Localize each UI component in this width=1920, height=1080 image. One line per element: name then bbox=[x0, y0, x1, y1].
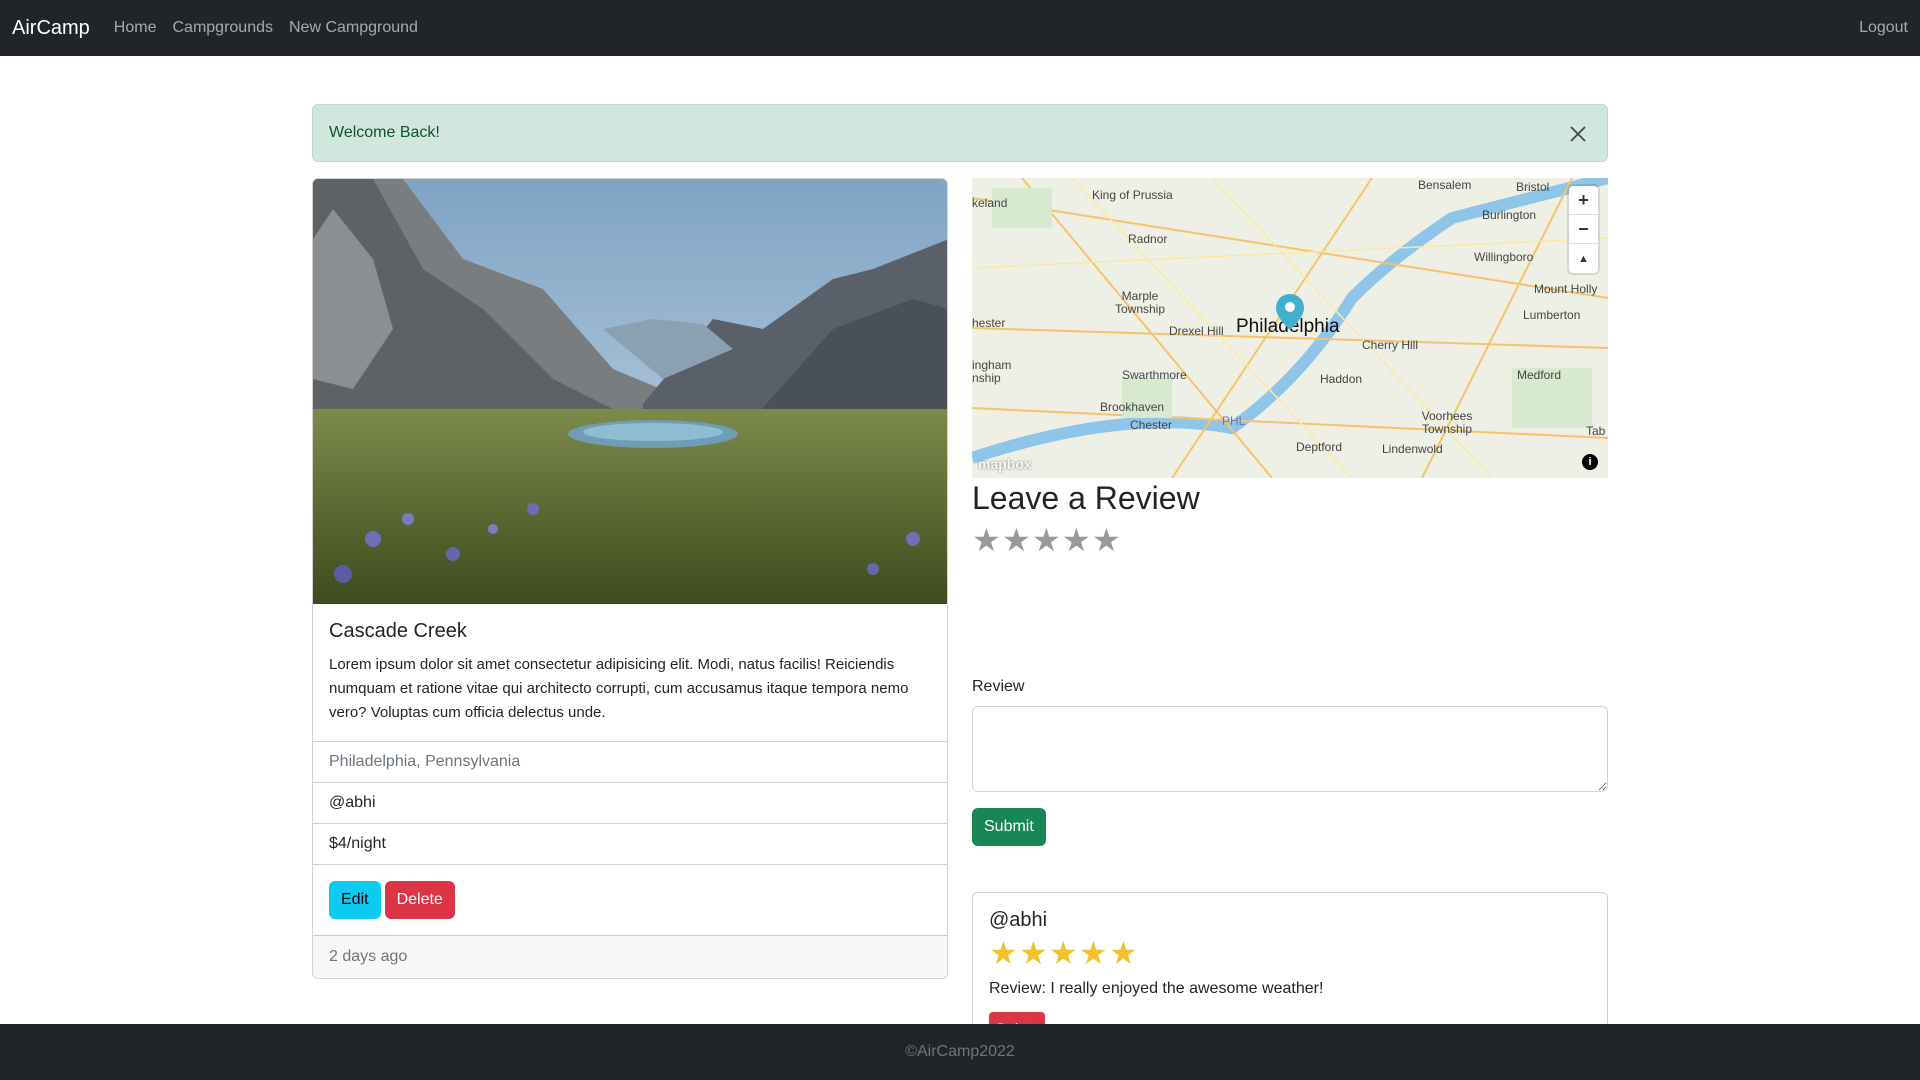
star-filled-icon: ★ bbox=[989, 935, 1018, 971]
footer: ©AirCamp2022 bbox=[0, 1024, 1920, 1080]
logout-link[interactable]: Logout bbox=[1859, 19, 1908, 36]
compass-button[interactable]: ▲ bbox=[1569, 244, 1598, 273]
star-icon[interactable]: ★ bbox=[972, 524, 1002, 556]
copyright-text: ©AirCamp2022 bbox=[905, 1043, 1015, 1060]
map-label-mount-holly: Mount Holly bbox=[1534, 282, 1598, 296]
brand-link[interactable]: AirCamp bbox=[12, 17, 90, 40]
map-label-lindenwold: Lindenwold bbox=[1382, 442, 1443, 456]
review-label: Review bbox=[972, 678, 1025, 695]
zoom-out-button[interactable]: − bbox=[1569, 215, 1598, 244]
map-controls: + − ▲ bbox=[1569, 186, 1598, 273]
map-label-brookhaven: Brookhaven bbox=[1100, 400, 1165, 414]
map-label-haddon: Haddon bbox=[1320, 372, 1363, 386]
map-marker-icon[interactable] bbox=[1276, 294, 1304, 330]
map-label-keland: keland bbox=[972, 196, 1008, 210]
star-rating-input[interactable]: ★ ★ ★ ★ ★ bbox=[972, 524, 1122, 556]
campground-price: $4/night bbox=[313, 823, 947, 864]
map[interactable]: Bensalem Bristol King of Prussia Burling… bbox=[972, 178, 1608, 478]
info-icon[interactable]: i bbox=[1582, 454, 1598, 470]
star-icon[interactable]: ★ bbox=[1092, 524, 1122, 556]
map-label-bensalem: Bensalem bbox=[1418, 178, 1472, 192]
posted-time: 2 days ago bbox=[329, 947, 408, 965]
close-icon[interactable] bbox=[1563, 119, 1593, 149]
map-label-king-of-prussia: King of Prussia bbox=[1092, 188, 1173, 202]
review-text: Review: I really enjoyed the awesome wea… bbox=[989, 980, 1324, 997]
star-icon[interactable]: ★ bbox=[1002, 524, 1032, 556]
map-label-radnor: Radnor bbox=[1128, 232, 1168, 246]
campground-author: @abhi bbox=[313, 782, 947, 823]
star-filled-icon: ★ bbox=[1109, 935, 1138, 971]
delete-campground-button[interactable]: Delete bbox=[384, 881, 455, 919]
nav-new-campground-link[interactable]: New Campground bbox=[289, 19, 418, 37]
map-label-chester: Chester bbox=[1130, 418, 1173, 432]
star-filled-icon: ★ bbox=[1079, 935, 1108, 971]
campground-description: Lorem ipsum dolor sit amet consectetur a… bbox=[329, 656, 909, 721]
map-label-bristol: Bristol bbox=[1516, 180, 1550, 194]
map-label-ingham: ingham bbox=[972, 358, 1012, 372]
card-footer: 2 days ago bbox=[313, 935, 947, 977]
map-label-hester: hester bbox=[972, 316, 1006, 330]
card-body: Cascade Creek Lorem ipsum dolor sit amet… bbox=[313, 604, 947, 741]
zoom-in-button[interactable]: + bbox=[1569, 186, 1598, 215]
map-label-willingboro: Willingboro bbox=[1474, 250, 1534, 264]
map-label-drexel-hill: Drexel Hill bbox=[1169, 324, 1224, 338]
nav-right: Logout bbox=[1859, 19, 1908, 37]
star-filled-icon: ★ bbox=[1019, 935, 1048, 971]
map-label-medford: Medford bbox=[1517, 368, 1562, 382]
map-label-lumberton: Lumberton bbox=[1523, 308, 1581, 322]
map-label-deptford: Deptford bbox=[1296, 440, 1343, 454]
submit-button[interactable]: Submit bbox=[972, 808, 1046, 846]
campground-location: Philadelphia, Pennsylvania bbox=[313, 741, 947, 782]
mapbox-logo[interactable]: mapbox bbox=[978, 456, 1032, 472]
map-label-voorhees: Voorhees Township bbox=[1421, 409, 1473, 436]
map-label-swarthmore: Swarthmore bbox=[1122, 368, 1187, 382]
map-label-marple: Marple Township bbox=[1114, 289, 1166, 316]
nav-campgrounds-link[interactable]: Campgrounds bbox=[172, 19, 273, 37]
navbar: AirCamp Home Campgrounds New Campground … bbox=[0, 0, 1920, 56]
star-icon[interactable]: ★ bbox=[1062, 524, 1092, 556]
alert-message: Welcome Back! bbox=[329, 124, 440, 141]
welcome-alert: Welcome Back! bbox=[312, 104, 1608, 162]
star-filled-icon: ★ bbox=[1049, 935, 1078, 971]
review-rating: ★ ★ ★ ★ ★ bbox=[989, 936, 1591, 970]
star-icon[interactable]: ★ bbox=[1032, 524, 1062, 556]
campground-card: Cascade Creek Lorem ipsum dolor sit amet… bbox=[312, 178, 948, 979]
leave-review-heading: Leave a Review bbox=[972, 480, 1200, 516]
map-label-tab: Tab bbox=[1586, 424, 1606, 438]
review-textarea[interactable] bbox=[972, 706, 1608, 792]
right-column: Bensalem Bristol King of Prussia Burling… bbox=[972, 178, 1608, 1076]
map-label-burlington: Burlington bbox=[1482, 208, 1537, 222]
map-label-phl: PHL bbox=[1222, 414, 1246, 428]
campground-photo bbox=[313, 179, 947, 604]
review-author: @abhi bbox=[989, 909, 1048, 931]
campground-title: Cascade Creek bbox=[329, 620, 467, 642]
map-label-cherry-hill: Cherry Hill bbox=[1362, 338, 1419, 352]
map-label-nship: nship bbox=[972, 371, 1001, 385]
card-actions: Edit Delete bbox=[313, 864, 947, 935]
edit-button[interactable]: Edit bbox=[329, 881, 381, 919]
nav-home-link[interactable]: Home bbox=[114, 19, 157, 37]
